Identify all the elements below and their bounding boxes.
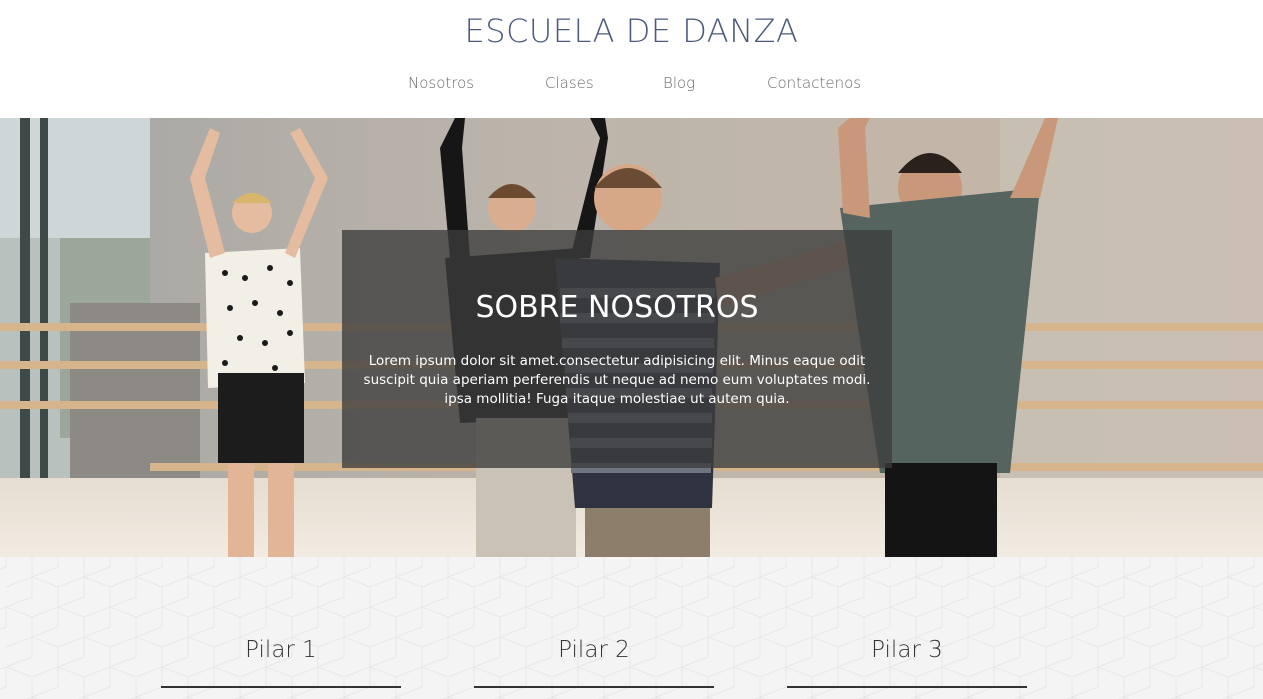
pillar-3-underline	[787, 686, 1027, 688]
pillar-3-title: Pilar 3	[871, 637, 943, 663]
pillar-1-underline	[161, 686, 401, 688]
site-title[interactable]: ESCUELA DE DANZA	[0, 12, 1263, 50]
pillar-2-title: Pilar 2	[558, 637, 630, 663]
pillar-2-underline	[474, 686, 714, 688]
pillar-2[interactable]: Pilar 2	[474, 637, 714, 688]
about-text: Lorem ipsum dolor sit amet.consectetur a…	[363, 353, 871, 407]
nav-link-contactenos[interactable]: Contactenos	[767, 74, 861, 92]
pillar-1-title: Pilar 1	[245, 637, 317, 663]
pillars-section: Pilar 1 Pilar 2 Pilar 3	[0, 557, 1263, 699]
nav-link-clases[interactable]: Clases	[545, 74, 594, 92]
main-nav: Nosotros Clases Blog Contactenos	[0, 74, 1263, 96]
site-header: ESCUELA DE DANZA Nosotros Clases Blog Co…	[0, 0, 1263, 118]
nav-link-nosotros[interactable]: Nosotros	[408, 74, 474, 92]
about-overlay-box: SOBRE NOSOTROS Lorem ipsum dolor sit ame…	[342, 230, 892, 468]
hero-banner: SOBRE NOSOTROS Lorem ipsum dolor sit ame…	[0, 118, 1263, 557]
nav-link-blog[interactable]: Blog	[663, 74, 695, 92]
pillar-1[interactable]: Pilar 1	[161, 637, 401, 688]
pillar-3[interactable]: Pilar 3	[787, 637, 1027, 688]
about-title: SOBRE NOSOTROS	[475, 290, 759, 325]
